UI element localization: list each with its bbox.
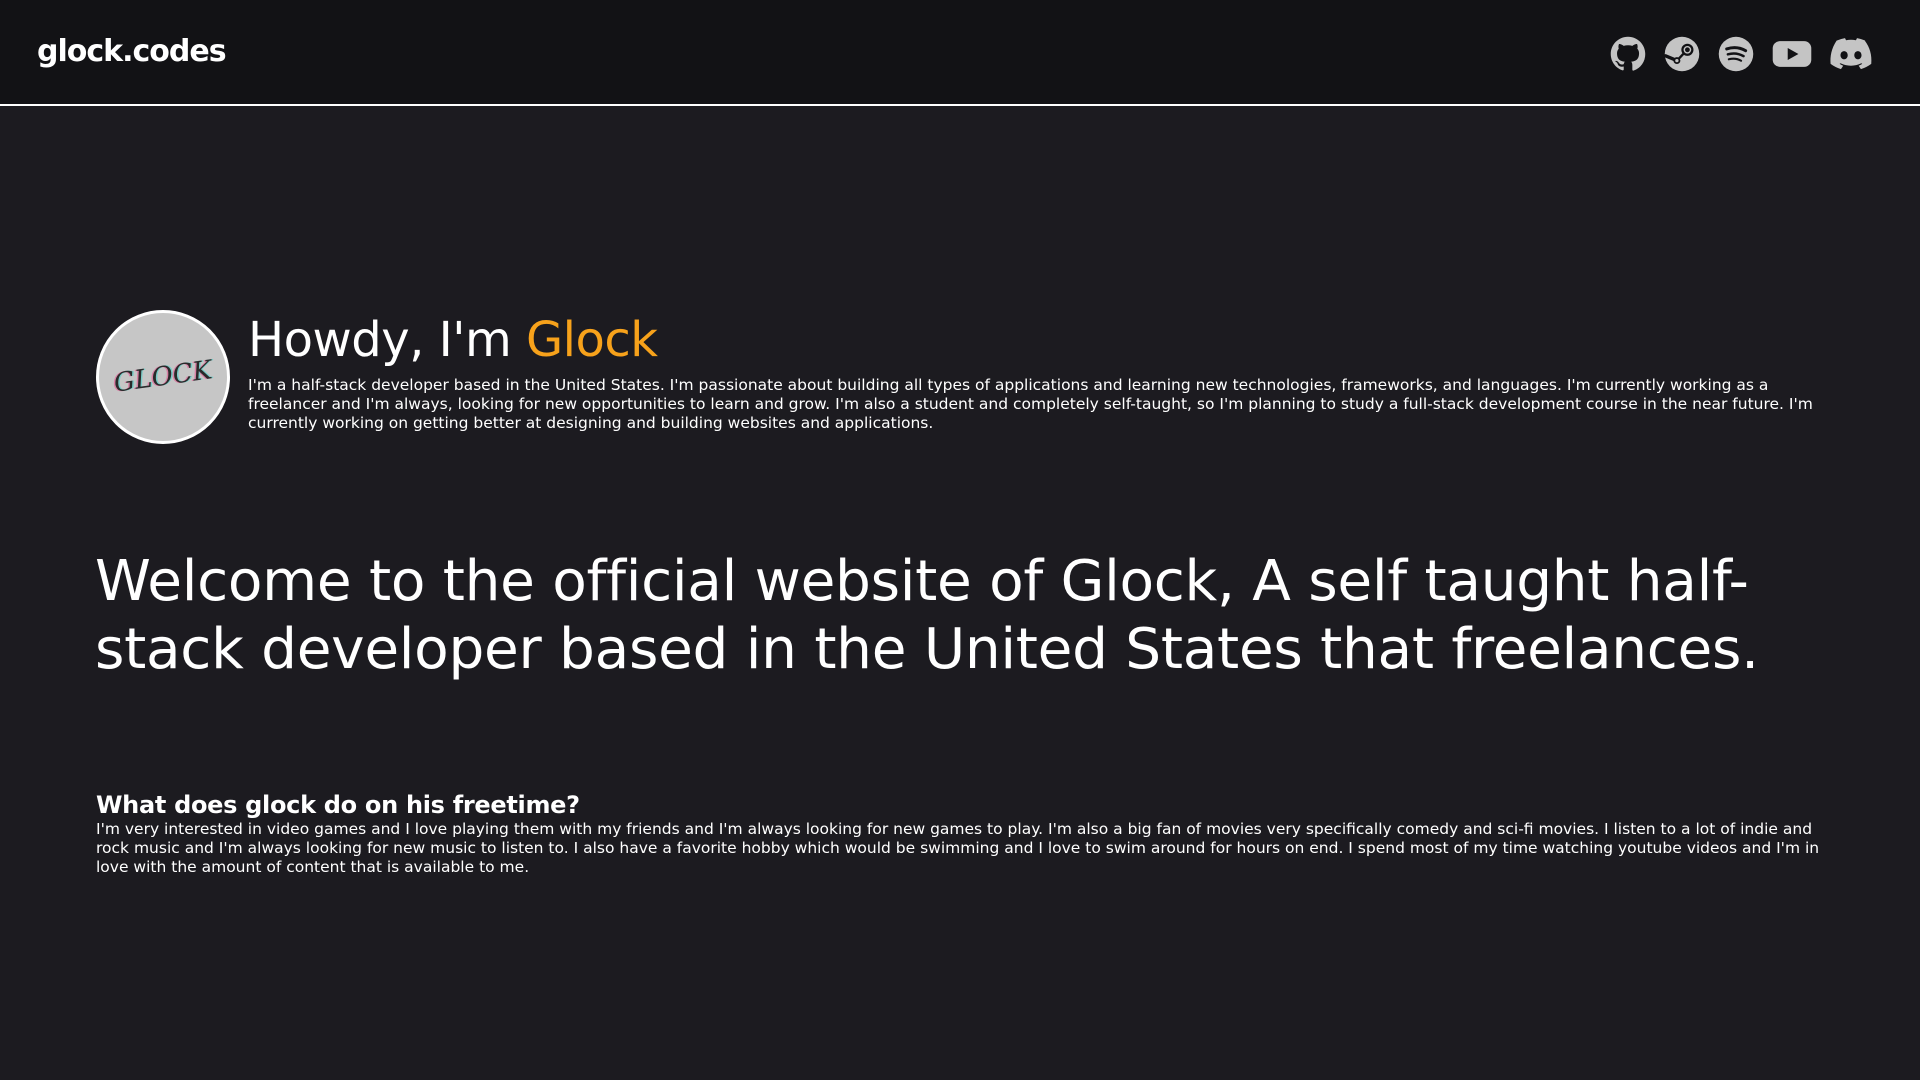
steam-icon [1664, 36, 1700, 72]
steam-link[interactable] [1664, 36, 1700, 72]
site-logo-link[interactable]: glock.codes [37, 34, 227, 69]
freetime-paragraph: I'm very interested in video games and I… [96, 820, 1820, 876]
youtube-link[interactable] [1772, 36, 1812, 72]
discord-icon [1830, 38, 1872, 70]
navbar: glock.codes [0, 0, 1920, 106]
discord-link[interactable] [1830, 36, 1872, 72]
svg-text:GLOCK: GLOCK [112, 355, 215, 399]
spotify-link[interactable] [1718, 36, 1754, 72]
github-icon [1610, 36, 1646, 71]
youtube-icon [1772, 41, 1812, 67]
github-link[interactable] [1610, 36, 1646, 72]
greeting-name: Glock [525, 312, 658, 368]
social-links [1610, 34, 1872, 74]
glock-logo-image: GLOCK GLOCK GLOCK [111, 355, 217, 399]
intro-section: GLOCK GLOCK GLOCK Howdy, I'm Glock I'm a… [96, 310, 1836, 445]
freetime-section: What does glock do on his freetime? I'm … [96, 790, 1836, 877]
avatar: GLOCK GLOCK GLOCK [96, 310, 230, 444]
greeting-heading: Howdy, I'm Glock [248, 312, 658, 368]
freetime-heading: What does glock do on his freetime? [96, 791, 580, 819]
spotify-icon [1718, 36, 1754, 72]
bio-paragraph: I'm a half-stack developer based in the … [248, 376, 1813, 432]
greeting-text: Howdy, I'm [248, 312, 512, 368]
welcome-heading: Welcome to the official website of Glock… [95, 549, 1759, 682]
